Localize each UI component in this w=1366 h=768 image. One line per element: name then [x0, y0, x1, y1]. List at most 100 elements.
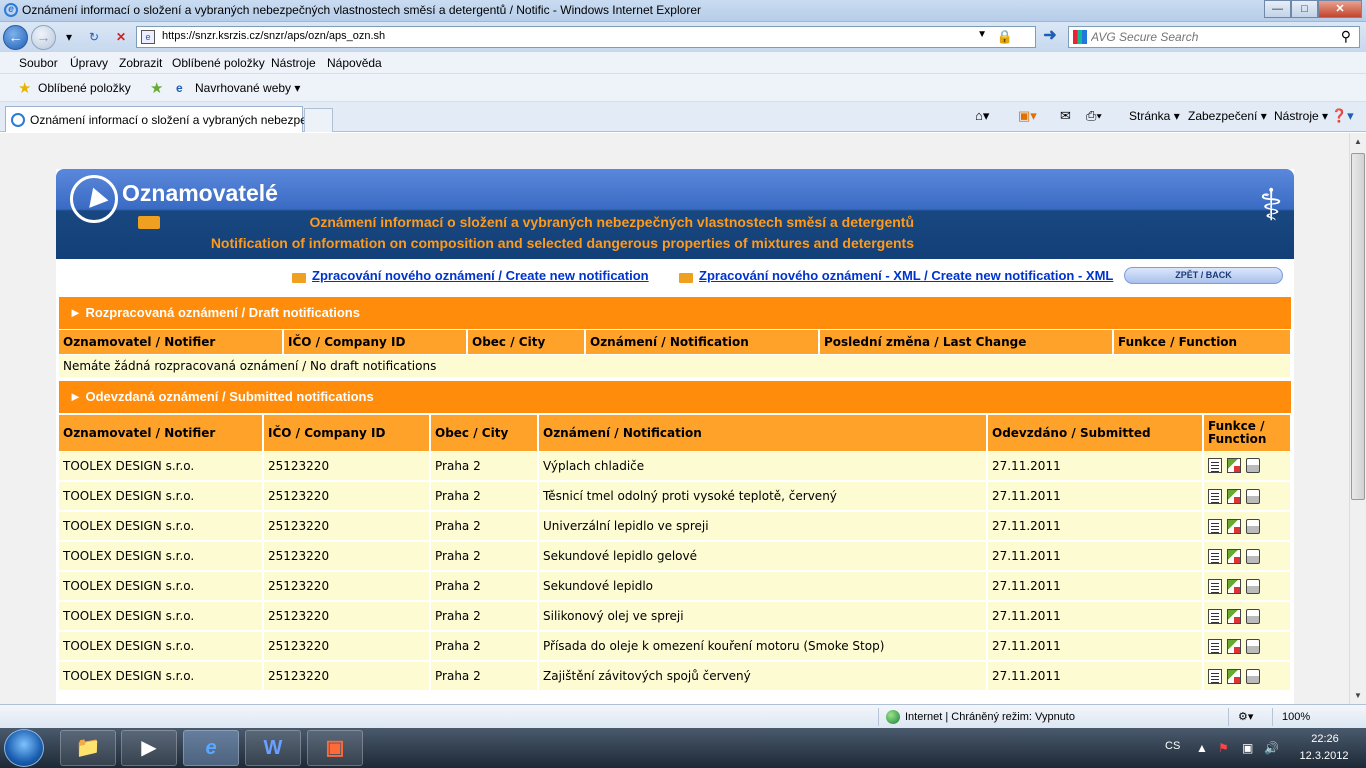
menu-tools[interactable]: Nástroje [271, 56, 316, 70]
history-dropdown-icon[interactable]: ▾ [58, 28, 80, 48]
document-icon[interactable] [1208, 578, 1222, 594]
col-notifier[interactable]: Oznamovatel / Notifier [59, 415, 264, 452]
cell-notifier: TOOLEX DESIGN s.r.o. [59, 631, 264, 662]
col-submitted[interactable]: Odevzdáno / Submitted [987, 415, 1204, 452]
document-icon[interactable] [1208, 458, 1222, 474]
protected-mode-icon[interactable]: ⚙▾ [1238, 710, 1253, 723]
col-company-id[interactable]: IČO / Company ID [283, 330, 468, 355]
document-icon[interactable] [1208, 638, 1222, 654]
scroll-up-icon[interactable]: ▲ [1350, 133, 1366, 150]
col-last-change[interactable]: Poslední změna / Last Change [819, 330, 1114, 355]
menu-file[interactable]: Soubor [19, 56, 58, 70]
forward-nav-button[interactable]: → [31, 25, 56, 50]
language-indicator[interactable]: CS [1165, 740, 1180, 752]
copy-icon[interactable] [1227, 578, 1241, 594]
copy-icon[interactable] [1227, 548, 1241, 564]
search-input[interactable] [1091, 29, 1331, 45]
menu-edit[interactable]: Úpravy [70, 56, 108, 70]
network-icon[interactable]: ▣ [1242, 741, 1253, 755]
print-icon[interactable] [1246, 518, 1260, 534]
stop-icon[interactable]: ✕ [110, 28, 132, 48]
page-menu[interactable]: Stránka ▾ [1129, 109, 1180, 123]
document-icon[interactable] [1208, 548, 1222, 564]
document-icon[interactable] [1208, 608, 1222, 624]
go-arrow-icon[interactable]: ➜ [1040, 27, 1060, 47]
copy-icon[interactable] [1227, 608, 1241, 624]
copy-icon[interactable] [1227, 518, 1241, 534]
print-icon[interactable] [1246, 638, 1260, 654]
tray-arrow-icon[interactable]: ▲ [1196, 741, 1208, 755]
copy-icon[interactable] [1227, 668, 1241, 684]
print-icon[interactable] [1246, 668, 1260, 684]
feeds-icon[interactable]: ▣▾ [1018, 108, 1037, 124]
scroll-thumb[interactable] [1351, 153, 1365, 500]
print-icon[interactable] [1246, 548, 1260, 564]
favorites-button[interactable]: Oblíbené položky [38, 81, 131, 95]
menu-favorites[interactable]: Oblíbené položky [172, 56, 265, 70]
col-city[interactable]: Obec / City [467, 330, 586, 355]
back-button[interactable]: ZPĚT / BACK [1124, 267, 1283, 284]
word-taskbar-icon[interactable]: W [245, 730, 301, 766]
col-notification[interactable]: Oznámení / Notification [585, 330, 820, 355]
search-icon[interactable]: ⚲ [1341, 28, 1351, 45]
refresh-icon[interactable]: ↻ [83, 28, 105, 48]
help-icon[interactable]: ❓▾ [1331, 108, 1354, 124]
create-notification-link[interactable]: Zpracování nového oznámení / Create new … [312, 268, 649, 283]
menu-help[interactable]: Nápověda [327, 56, 382, 70]
add-favorite-icon[interactable]: ★ [150, 79, 163, 97]
copy-icon[interactable] [1227, 458, 1241, 474]
favorites-star-icon[interactable]: ★ [18, 79, 31, 97]
table-row: TOOLEX DESIGN s.r.o. 25123220 Praha 2 Silik… [59, 601, 1292, 632]
start-button[interactable] [4, 729, 44, 767]
print-icon[interactable] [1246, 608, 1260, 624]
print-icon[interactable] [1246, 488, 1260, 504]
address-field[interactable]: e https://snzr.ksrzis.cz/snzr/aps/ozn/ap… [136, 26, 1036, 48]
window-controls: — □ ✕ [1264, 0, 1362, 18]
tab-active[interactable]: Oznámení informací o složení a vybraných… [5, 106, 330, 132]
table-row: TOOLEX DESIGN s.r.o. 25123220 Praha 2 Těsni… [59, 481, 1292, 512]
print-icon[interactable] [1246, 578, 1260, 594]
url-dropdown-icon[interactable]: ▼ [977, 29, 987, 40]
copy-icon[interactable] [1227, 488, 1241, 504]
print-icon[interactable] [1246, 458, 1260, 474]
col-notification[interactable]: Oznámení / Notification [538, 415, 988, 452]
home-icon[interactable]: ⌂▾ [975, 108, 989, 124]
tools-menu[interactable]: Nástroje ▾ [1274, 109, 1328, 123]
back-nav-button[interactable]: ← [3, 25, 28, 50]
clock-time[interactable]: 22:26 [1300, 733, 1350, 745]
clock-date[interactable]: 12.3.2012 [1294, 750, 1354, 762]
lock-icon[interactable]: 🔒 [997, 29, 1013, 45]
explorer-taskbar-icon[interactable]: 📁 [60, 730, 116, 766]
presentation-taskbar-icon[interactable]: ▣ [307, 730, 363, 766]
volume-icon[interactable]: 🔊 [1264, 741, 1279, 755]
new-tab-button[interactable] [304, 108, 333, 132]
copy-icon[interactable] [1227, 638, 1241, 654]
media-player-taskbar-icon[interactable]: ▶ [121, 730, 177, 766]
col-company-id[interactable]: IČO / Company ID [263, 415, 431, 452]
tab-favicon-icon [11, 113, 25, 127]
suggested-sites-button[interactable]: Navrhované weby ▾ [195, 81, 300, 95]
document-icon[interactable] [1208, 518, 1222, 534]
safety-menu[interactable]: Zabezpečení ▾ [1188, 109, 1267, 123]
cell-functions [1203, 481, 1292, 512]
create-notification-xml-link[interactable]: Zpracování nového oznámení - XML / Creat… [699, 268, 1113, 283]
zoom-level[interactable]: 100% [1282, 711, 1310, 723]
menu-view[interactable]: Zobrazit [119, 56, 162, 70]
table-row: TOOLEX DESIGN s.r.o. 25123220 Praha 2 Unive… [59, 511, 1292, 542]
col-city[interactable]: Obec / City [430, 415, 539, 452]
search-box[interactable]: ⚲ [1068, 26, 1360, 48]
col-notifier[interactable]: Oznamovatel / Notifier [59, 330, 284, 355]
close-window-button[interactable]: ✕ [1318, 0, 1362, 18]
mail-icon[interactable]: ✉ [1060, 108, 1071, 124]
minimize-button[interactable]: — [1264, 0, 1291, 18]
maximize-button[interactable]: □ [1291, 0, 1318, 18]
security-zone-text[interactable]: Internet | Chráněný režim: Vypnuto [905, 711, 1075, 723]
document-icon[interactable] [1208, 488, 1222, 504]
document-icon[interactable] [1208, 668, 1222, 684]
vertical-scrollbar[interactable]: ▲ ▼ [1349, 133, 1366, 704]
cell-notifier: TOOLEX DESIGN s.r.o. [59, 541, 264, 572]
print-icon[interactable]: ⎙▾ [1086, 108, 1102, 124]
action-center-icon[interactable]: ⚑ [1218, 741, 1229, 755]
internet-explorer-taskbar-icon[interactable]: e [183, 730, 239, 766]
scroll-down-icon[interactable]: ▼ [1350, 687, 1366, 704]
